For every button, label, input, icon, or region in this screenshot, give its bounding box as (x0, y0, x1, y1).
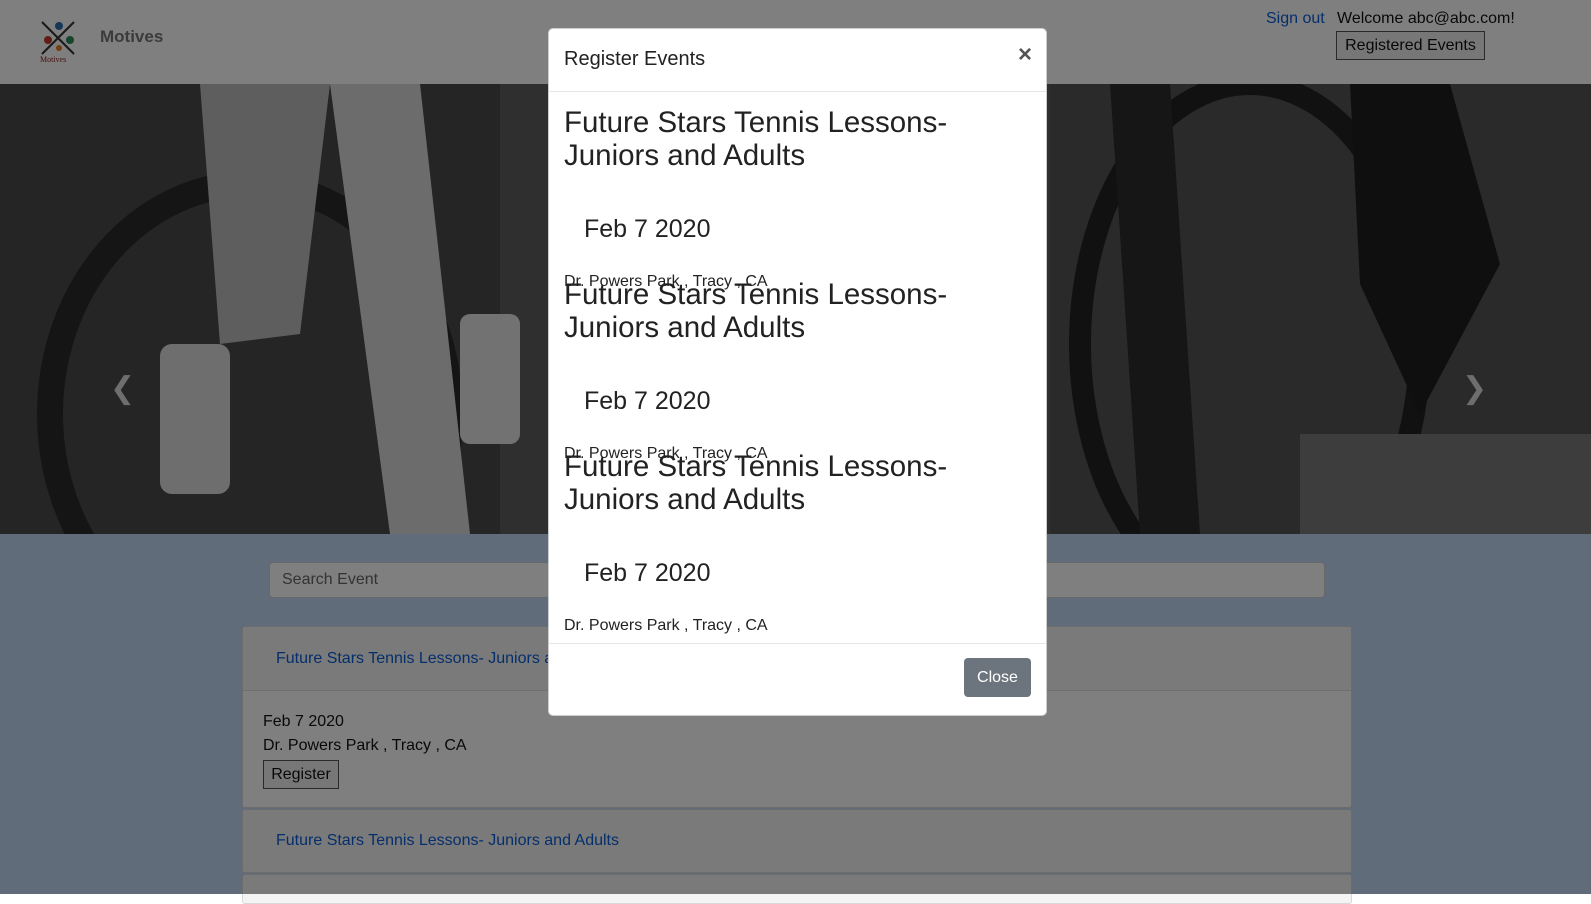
modal-event-item: Future Stars Tennis Lessons- Juniors and… (564, 278, 1034, 462)
modal-header: Register Events × (549, 29, 1046, 92)
register-events-modal: Register Events × Future Stars Tennis Le… (548, 28, 1047, 716)
modal-event-date: Feb 7 2020 (584, 559, 711, 587)
close-icon[interactable]: × (1018, 43, 1032, 67)
modal-event-item: Future Stars Tennis Lessons- Juniors and… (564, 106, 1034, 290)
modal-event-location: Dr. Powers Park , Tracy , CA (564, 617, 768, 634)
modal-body: Future Stars Tennis Lessons- Juniors and… (549, 92, 1046, 674)
modal-event-title: Future Stars Tennis Lessons- Juniors and… (564, 278, 948, 344)
modal-event-title: Future Stars Tennis Lessons- Juniors and… (564, 450, 948, 516)
modal-event-item: Future Stars Tennis Lessons- Juniors and… (564, 450, 1034, 634)
modal-title: Register Events (564, 48, 706, 70)
modal-event-date: Feb 7 2020 (584, 215, 711, 243)
close-button[interactable]: Close (964, 658, 1031, 697)
modal-event-title: Future Stars Tennis Lessons- Juniors and… (564, 106, 948, 172)
modal-event-date: Feb 7 2020 (584, 387, 711, 415)
modal-footer: Close (549, 643, 1046, 715)
